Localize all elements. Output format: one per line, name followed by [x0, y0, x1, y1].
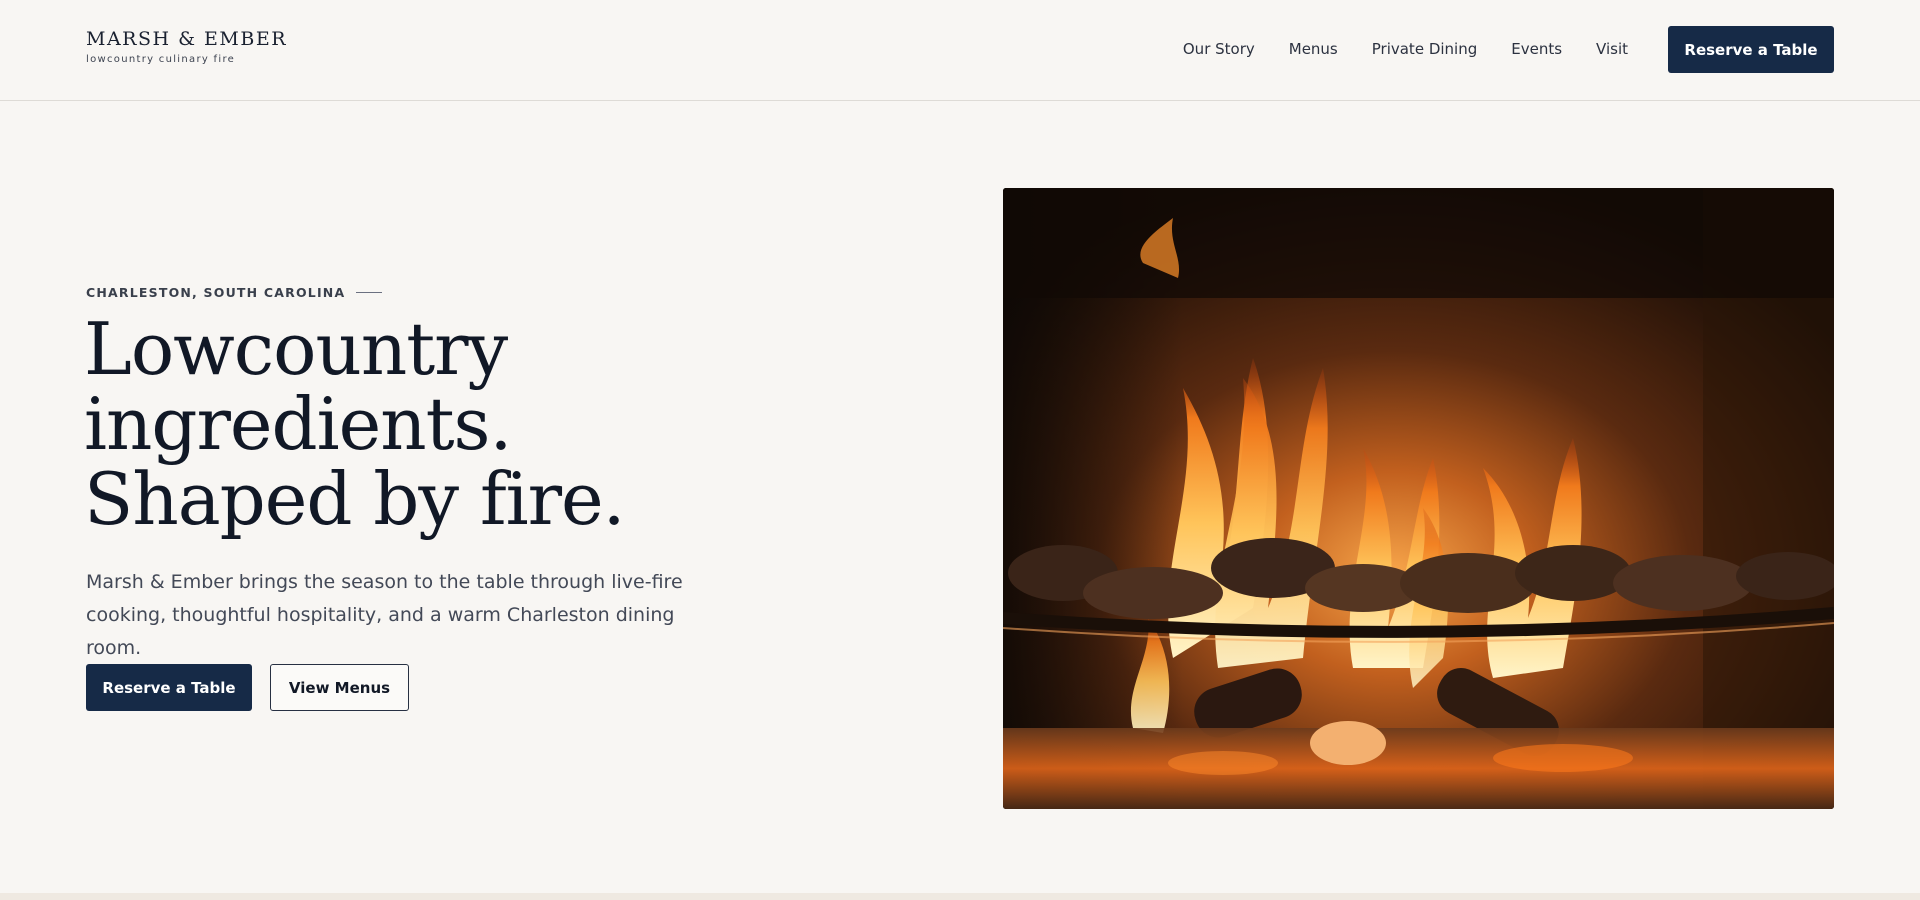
location-label: CHARLESTON, SOUTH CAROLINA: [86, 285, 346, 300]
eyebrow-divider: [356, 292, 383, 293]
headline-line-1: Lowcountry: [84, 307, 508, 391]
nav-link-menus[interactable]: Menus: [1289, 26, 1338, 73]
hero-description: Marsh & Ember brings the season to the t…: [86, 571, 683, 659]
site-header: MARSH & EMBER lowcountry culinary fire O…: [0, 0, 1920, 101]
hero-headline: Lowcountry ingredients. Shaped by fire.: [84, 307, 626, 541]
view-menus-button[interactable]: View Menus: [270, 664, 409, 711]
fire-illustration: [1003, 188, 1834, 809]
hearth-fire-photo: [1003, 188, 1834, 809]
brand-logo[interactable]: MARSH & EMBER lowcountry culinary fire: [86, 28, 287, 67]
nav-link-private-dining[interactable]: Private Dining: [1372, 26, 1477, 73]
brand-name: MARSH & EMBER: [86, 28, 288, 50]
hero-reserve-button[interactable]: Reserve a Table: [86, 664, 252, 711]
hero-actions: Reserve a Table View Menus: [86, 664, 409, 711]
next-section-edge: [0, 893, 1920, 900]
headline-line-3: Shaped by fire.: [84, 457, 626, 541]
nav-link-visit[interactable]: Visit: [1596, 26, 1628, 73]
header-reserve-button[interactable]: Reserve a Table: [1668, 26, 1834, 73]
headline-line-2: ingredients.: [84, 382, 512, 466]
main-nav: Our Story Menus Private Dining Events Vi…: [1183, 26, 1834, 73]
location-eyebrow: CHARLESTON, SOUTH CAROLINA: [86, 285, 383, 300]
nav-link-events[interactable]: Events: [1511, 26, 1562, 73]
brand-tagline: lowcountry culinary fire: [86, 54, 236, 65]
nav-link-our-story[interactable]: Our Story: [1183, 26, 1255, 73]
